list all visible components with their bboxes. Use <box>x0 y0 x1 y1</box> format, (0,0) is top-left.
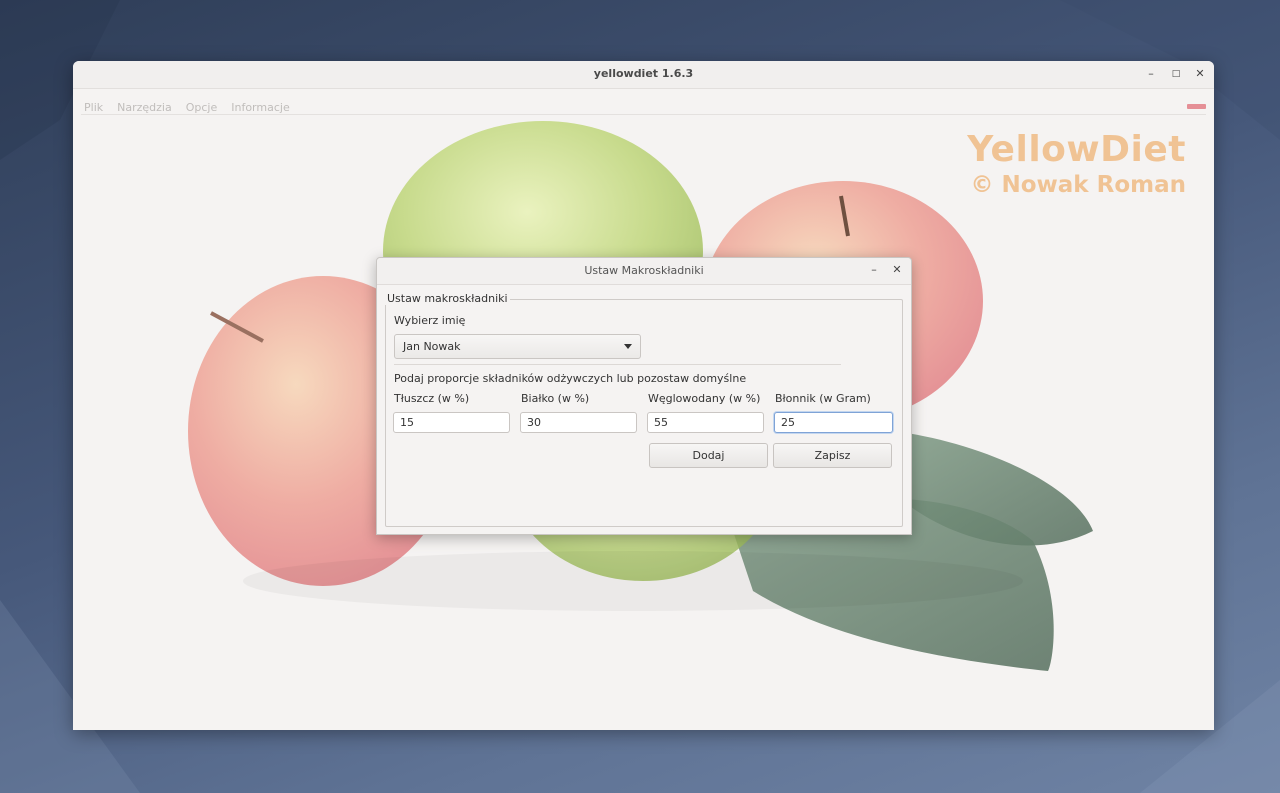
menu-plik[interactable]: Plik <box>81 99 106 114</box>
window-title: yellowdiet 1.6.3 <box>593 67 694 80</box>
close-button[interactable]: ✕ <box>1191 65 1209 83</box>
name-select-value: Jan Nowak <box>403 340 461 353</box>
protein-input[interactable] <box>520 412 637 433</box>
macros-groupbox: Ustaw makroskładniki Wybierz imię Jan No… <box>385 292 903 527</box>
fiber-label: Błonnik (w Gram) <box>775 392 871 405</box>
dialog-title: Ustaw Makroskładniki <box>584 264 704 277</box>
menu-informacje[interactable]: Informacje <box>228 99 292 114</box>
brand-logo: YellowDiet © Nowak Roman <box>967 129 1186 199</box>
menubar: Plik Narzędzia Opcje Informacje <box>81 96 1206 115</box>
maximize-button[interactable]: □ <box>1167 65 1185 83</box>
menu-opcje[interactable]: Opcje <box>183 99 221 114</box>
main-titlebar: yellowdiet 1.6.3 – □ ✕ <box>73 61 1214 89</box>
save-button[interactable]: Zapisz <box>773 443 892 468</box>
brand-copyright: © Nowak Roman <box>970 172 1186 198</box>
brand-name: YellowDiet <box>967 129 1186 170</box>
separator <box>394 364 841 365</box>
chevron-down-icon <box>624 344 632 349</box>
fat-label: Tłuszcz (w %) <box>394 392 470 405</box>
macros-dialog: Ustaw Makroskładniki – ✕ Ustaw makroskła… <box>376 257 912 535</box>
fat-input[interactable] <box>393 412 510 433</box>
dialog-minimize-button[interactable]: – <box>866 262 882 278</box>
carbs-input[interactable] <box>647 412 764 433</box>
proportions-label: Podaj proporcje składników odżywczych lu… <box>394 372 747 385</box>
groupbox-title: Ustaw makroskładniki <box>385 292 510 305</box>
minimize-button[interactable]: – <box>1142 65 1160 83</box>
name-label: Wybierz imię <box>394 314 466 327</box>
add-button[interactable]: Dodaj <box>649 443 768 468</box>
name-select[interactable]: Jan Nowak <box>394 334 641 359</box>
red-indicator <box>1187 104 1206 109</box>
dialog-close-button[interactable]: ✕ <box>889 262 905 278</box>
fiber-input[interactable] <box>774 412 893 433</box>
menu-narzedzia[interactable]: Narzędzia <box>114 99 175 114</box>
protein-label: Białko (w %) <box>521 392 590 405</box>
carbs-label: Węglowodany (w %) <box>648 392 761 405</box>
dialog-titlebar: Ustaw Makroskładniki – ✕ <box>377 258 911 285</box>
